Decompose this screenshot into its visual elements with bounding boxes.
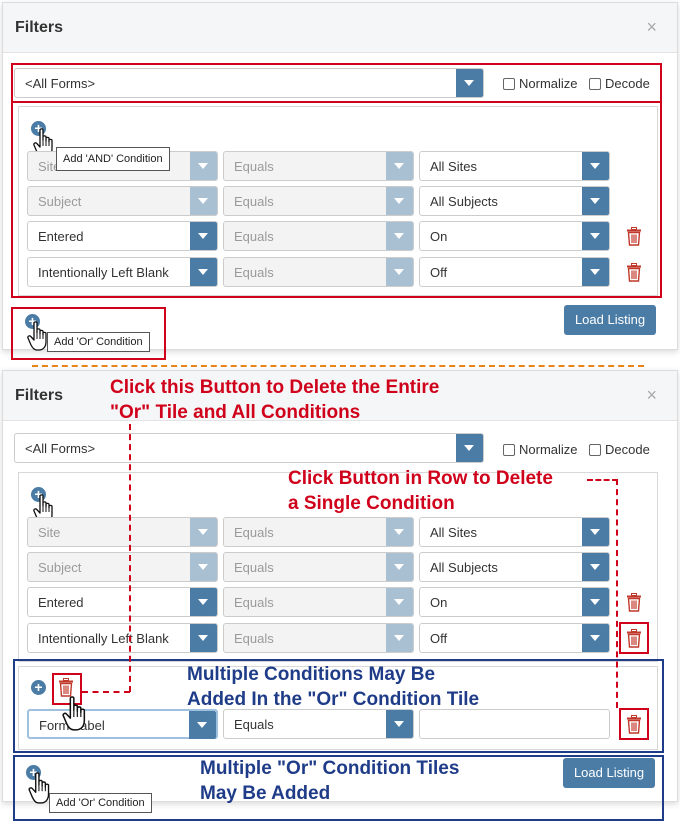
condition-value-select[interactable]: Off: [419, 623, 610, 653]
chevron-down-icon[interactable]: [386, 588, 413, 616]
form-select[interactable]: <All Forms>: [14, 433, 484, 463]
connector-line: [129, 424, 131, 692]
chevron-down-icon[interactable]: [582, 624, 609, 652]
condition-operator-value: Equals: [234, 595, 274, 610]
chevron-down-icon[interactable]: [190, 588, 217, 616]
chevron-down-icon[interactable]: [456, 434, 483, 462]
condition-field-value: Entered: [38, 595, 84, 610]
condition-field-value: Subject: [38, 560, 82, 575]
chevron-down-icon[interactable]: [386, 518, 413, 546]
condition-field-value: Intentionally Left Blank: [38, 631, 169, 646]
connector-line: [587, 479, 618, 481]
annotation-delete-row-line1: Click Button in Row to Delete: [288, 468, 553, 489]
form-select-value: <All Forms>: [25, 441, 96, 456]
connector-line: [82, 691, 130, 693]
condition-value: All Sites: [430, 525, 477, 540]
condition-value-select[interactable]: All Subjects: [419, 552, 610, 582]
separator-line: [32, 365, 644, 367]
chevron-down-icon[interactable]: [190, 553, 217, 581]
chevron-down-icon[interactable]: [190, 518, 217, 546]
condition-value: Off: [430, 631, 448, 646]
chevron-down-icon[interactable]: [386, 553, 413, 581]
condition-operator-select[interactable]: Equals: [223, 517, 414, 547]
annotation-delete-tile-line1: Click this Button to Delete the Entire: [110, 377, 440, 398]
condition-field-value: Site: [38, 525, 61, 540]
condition-operator-select[interactable]: Equals: [223, 623, 414, 653]
condition-operator-select[interactable]: Equals: [223, 587, 414, 617]
chevron-down-icon[interactable]: [582, 553, 609, 581]
condition-field-select[interactable]: Site: [27, 517, 218, 547]
checkbox-icon[interactable]: [503, 444, 515, 456]
add-or-highlight: [11, 307, 166, 360]
normalize-label: Normalize: [519, 442, 578, 457]
condition-operator-select[interactable]: Equals: [223, 552, 414, 582]
condition-operator-value: Equals: [234, 560, 274, 575]
decode-checkbox[interactable]: Decode: [589, 442, 650, 457]
panel-header: Filters ×: [3, 3, 677, 53]
condition-operator-value: Equals: [234, 525, 274, 540]
panel-title: Filters: [15, 19, 64, 36]
condition-value-select[interactable]: On: [419, 587, 610, 617]
close-icon[interactable]: ×: [646, 17, 657, 38]
normalize-checkbox[interactable]: Normalize: [503, 442, 578, 457]
annotation-multi-tiles-line1: Multiple "Or" Condition Tiles: [200, 758, 460, 779]
condition-field-select[interactable]: Intentionally Left Blank: [27, 623, 218, 653]
load-listing-button[interactable]: Load Listing: [564, 305, 656, 335]
and-tile-highlight: [11, 63, 662, 103]
panel-title: Filters: [15, 387, 64, 404]
condition-operator-value: Equals: [234, 631, 274, 646]
connector-line: [616, 479, 618, 708]
checkbox-icon[interactable]: [589, 444, 601, 456]
annotation-multi-conditions-line2: Added In the "Or" Condition Tile: [187, 689, 480, 710]
condition-field-select[interactable]: Entered: [27, 587, 218, 617]
chevron-down-icon[interactable]: [386, 624, 413, 652]
chevron-down-icon[interactable]: [582, 518, 609, 546]
annotation-multi-tiles-line2: May Be Added: [200, 783, 331, 804]
chevron-down-icon[interactable]: [582, 588, 609, 616]
delete-row-highlight: [619, 622, 649, 654]
condition-value: All Subjects: [430, 560, 498, 575]
condition-field-select[interactable]: Subject: [27, 552, 218, 582]
annotation-delete-row-line2: a Single Condition: [288, 493, 455, 514]
condition-value: On: [430, 595, 448, 610]
close-icon[interactable]: ×: [646, 385, 657, 406]
condition-value-select[interactable]: All Sites: [419, 517, 610, 547]
chevron-down-icon[interactable]: [190, 624, 217, 652]
annotation-delete-tile-line2: "Or" Tile and All Conditions: [110, 402, 361, 423]
annotation-multi-conditions-line1: Multiple Conditions May Be: [187, 664, 436, 685]
delete-condition-trash-icon[interactable]: [626, 593, 642, 612]
decode-label: Decode: [605, 442, 650, 457]
